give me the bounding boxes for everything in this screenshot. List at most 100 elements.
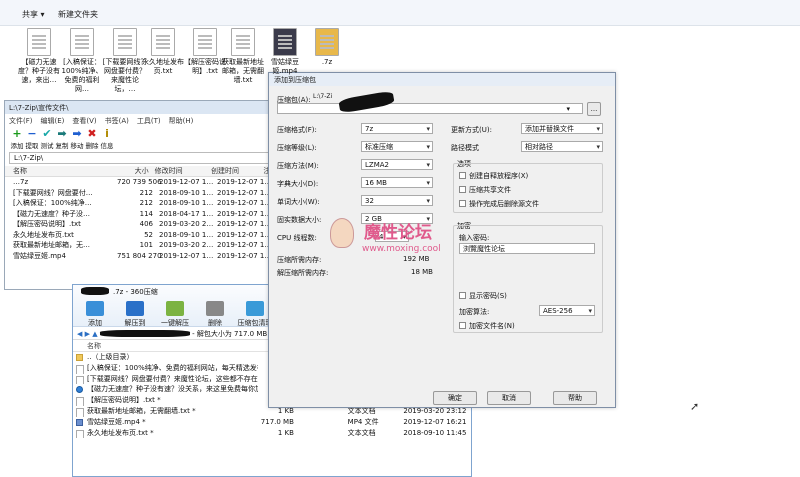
watermark-url: www.moxing.cool [362, 244, 441, 254]
table-row[interactable]: 雪姑绿豆姬.mp4 * 717.0 MB MP4 文件 2019-12-07 16:2… [73, 417, 471, 428]
share-menu[interactable]: 共享 ▾ [22, 9, 45, 20]
file-name: 永久地址发布页.txt * [87, 428, 154, 437]
tool-label: 添加 [10, 142, 24, 150]
toolbar-button[interactable]: − 提取 [24, 128, 40, 151]
toolbar-button[interactable]: ➡ 复制 [54, 128, 70, 151]
tool-label: 移动 [70, 142, 84, 150]
table-cell: 1 KB [277, 428, 294, 437]
table-cell: 2019-12-07 1… [217, 251, 272, 260]
level-label: 压缩等级(L): [277, 144, 317, 152]
menu-item[interactable]: 工具(T) [137, 117, 161, 125]
toolbar-button[interactable]: i 信息 [99, 128, 115, 151]
method-select[interactable]: LZMA2 [361, 159, 433, 170]
desktop-icon[interactable]: [入稿保证：100%纯净、免费的福利网… [59, 28, 105, 94]
path-label: 路径模式 [451, 144, 479, 152]
delete-after-checkbox[interactable]: 操作完成后删除源文件 [459, 199, 539, 209]
table-cell: 2019-12-07 1… [217, 178, 272, 186]
column-header[interactable]: 名称 [5, 166, 114, 176]
column-header[interactable]: 修改时间 [151, 166, 207, 176]
table-cell: 101 [139, 241, 153, 249]
toolbar-button[interactable]: 删除 [195, 301, 235, 328]
column-header[interactable]: 大小 [114, 166, 151, 176]
desktop-icon[interactable]: 雪姑绿豆姬.mp4 [262, 28, 308, 76]
menu-item[interactable]: 编辑(E) [41, 117, 65, 125]
toolbar-button[interactable]: 一键解压 [155, 301, 195, 328]
level-select[interactable]: 标准压缩 [361, 141, 433, 152]
table-cell: 2019-12-07 1… [159, 178, 214, 186]
file-name: 获取最新地址邮箱，无需翻墙.txt * [87, 406, 196, 415]
7zip-address-bar[interactable]: L:\7-Zip\ [9, 152, 269, 164]
update-select[interactable]: 添加并替换文件 [521, 123, 603, 134]
desktop-icon[interactable]: 【磁力无速度？种子没有速，来出… [16, 28, 62, 85]
table-cell: 751 804 270 [117, 251, 162, 260]
table-row[interactable]: [下载要网线？网盘要付… 212 2018-09-10 1… 2019-12-07 1… [5, 188, 273, 199]
toolbar-button[interactable]: + 添加 [9, 128, 25, 151]
table-cell: 2019-03-20 2… [159, 241, 214, 249]
dialog-title: 添加到压缩包 [269, 73, 615, 86]
table-cell: 2018-09-10 1… [159, 230, 214, 239]
table-row[interactable]: [入稿保证：100%纯净… 212 2018-09-10 1… 2019-12-07 … [5, 198, 273, 209]
path-select[interactable]: 相对路径 [521, 141, 603, 152]
7zip-toolbar: + 添加 − 提取 ✔ 测试 ➡ 复制 ➡ 移动 ✖ 删除 i 信息 [5, 126, 273, 152]
ok-button[interactable]: 确定 [433, 391, 477, 405]
watermark-text: 魔性论坛 [364, 223, 432, 243]
menu-item[interactable]: 书签(A) [105, 117, 129, 125]
tool-label: 测试 [40, 142, 54, 150]
table-cell: 2019-12-07 1… [217, 209, 272, 218]
sfx-checkbox[interactable]: 创建自释放程序(X) [459, 171, 528, 181]
mp4-icon [76, 418, 83, 426]
menu-item[interactable]: 帮助(H) [169, 117, 194, 125]
show-password-checkbox[interactable]: 显示密码(S) [459, 291, 507, 301]
file-icon [151, 28, 175, 56]
help-button[interactable]: 帮助 [553, 391, 597, 405]
delete-after-label: 操作完成后删除源文件 [469, 200, 539, 208]
toolbar-button[interactable]: ✔ 测试 [39, 128, 55, 151]
file-icon [193, 28, 217, 56]
table-cell [294, 428, 338, 439]
word-label: 单词大小(W): [277, 198, 320, 206]
desktop-icon[interactable]: 永久地址发布页.txt [140, 28, 186, 76]
tool-icon [166, 301, 184, 316]
table-cell: 获取最新地址邮箱，无… [13, 241, 90, 249]
dict-select[interactable]: 16 MB [361, 177, 433, 188]
7zip-title: L:\7-Zip\宣传文件\ [5, 101, 273, 114]
new-folder-button[interactable]: 新建文件夹 [58, 9, 98, 20]
column-header[interactable]: 创建时间 [207, 166, 263, 176]
toolbar-button[interactable]: ✖ 删除 [84, 128, 100, 151]
archive-name-field[interactable]: ▾ [277, 103, 583, 114]
table-row[interactable]: 获取最新地址邮箱，无… 101 2019-03-20 2… 2019-12-07 1… [5, 240, 273, 251]
tool-icon [126, 301, 144, 316]
file-name-cell: 【磁力无速度？种子没有速？没关系，来这里免费每你加速... [73, 384, 258, 395]
shared-files-checkbox[interactable]: 压缩共享文件 [459, 185, 511, 195]
menu-item[interactable]: 文件(F) [9, 117, 33, 125]
table-row[interactable]: 【解压密码说明】.txt 406 2019-03-20 2… 2019-12-07 1… [5, 219, 273, 230]
browse-button[interactable]: ... [587, 102, 601, 116]
format-select[interactable]: 7z [361, 123, 433, 134]
desktop-icon-label: 雪姑绿豆姬.mp4 [271, 58, 299, 75]
cancel-button[interactable]: 取消 [487, 391, 531, 405]
encrypt-names-checkbox[interactable]: 加密文件名(N) [459, 321, 515, 331]
mem-comp-label: 压缩所需内存: [277, 256, 322, 264]
desktop-icon[interactable]: 获取最新地址邮箱，无需翻墙.txt [220, 28, 266, 85]
column-header[interactable]: 名称 [73, 340, 258, 351]
redacted-block [81, 287, 109, 295]
table-row[interactable]: …7z 720 739 506 2019-12-07 1… 2019-12-07 1… [5, 177, 273, 188]
table-row[interactable]: 雪姑绿豆姬.mp4 751 804 270 2019-12-07 1… 2019-12… [5, 251, 273, 262]
txt-icon [76, 375, 84, 385]
toolbar-button[interactable]: 添加 [75, 301, 115, 328]
menu-item[interactable]: 查看(V) [72, 117, 96, 125]
desktop-icon[interactable]: .7z [304, 28, 350, 67]
toolbar-button[interactable]: ➡ 移动 [69, 128, 85, 151]
password-field[interactable]: 浏覽魔性论坛 [459, 243, 595, 254]
file-icon [273, 28, 297, 56]
file-name-cell: ..（上级目录） [73, 352, 258, 363]
table-row[interactable]: 永久地址发布页.txt 52 2018-09-10 1… 2019-12-07 1… [5, 230, 273, 241]
table-row[interactable]: 永久地址发布页.txt * 1 KB 文本文档 2018-09-10 11:45 [73, 428, 471, 439]
table-cell: 2019-12-07 1… [217, 241, 272, 249]
enc-method-select[interactable]: AES-256 [539, 305, 595, 316]
table-cell: 212 [139, 188, 153, 197]
toolbar-button[interactable]: 解压到 [115, 301, 155, 328]
table-row[interactable]: 【磁力无速度？种子没… 114 2018-04-17 1… 2019-12-07 1… [5, 209, 273, 220]
word-select[interactable]: 32 [361, 195, 433, 206]
desktop-icon-label: [入稿保证：100%纯净、免费的福利网… [61, 58, 103, 93]
